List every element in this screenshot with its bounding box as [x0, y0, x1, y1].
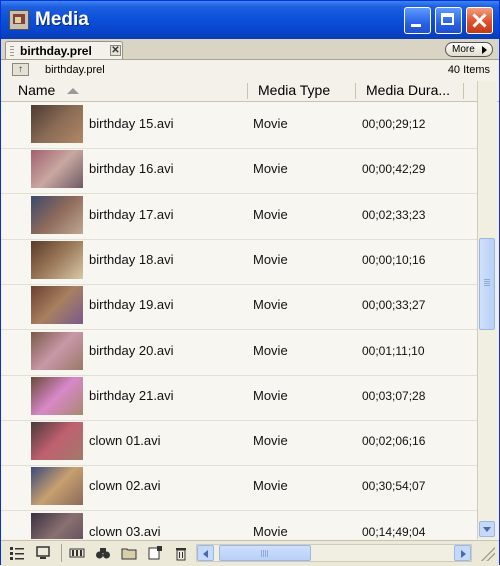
new-item-icon[interactable] [147, 545, 163, 561]
file-name: birthday 20.avi [89, 342, 174, 358]
list-item[interactable]: birthday 15.avi Movie 00;00;29;12 [1, 103, 477, 149]
parent-bin-icon[interactable]: ↑ [12, 63, 29, 76]
media-type: Movie [253, 387, 288, 403]
video-thumbnail[interactable] [31, 240, 83, 279]
drag-grip-icon[interactable] [10, 46, 14, 56]
media-duration: 00;30;54;07 [362, 479, 426, 494]
column-divider[interactable] [247, 83, 248, 99]
file-name: birthday 15.avi [89, 116, 174, 131]
minimize-button[interactable] [404, 7, 431, 34]
file-name: birthday 19.avi [89, 297, 174, 313]
file-name: birthday 21.avi [89, 387, 174, 403]
tab-birthday-prel[interactable]: birthday.prel ✕ [5, 41, 123, 59]
list-item[interactable]: birthday 17.avi Movie 00;02;33;23 [1, 194, 477, 240]
media-list: birthday 15.avi Movie 00;00;29;12 birthday … [1, 102, 477, 539]
list-item[interactable]: birthday 18.avi Movie 00;00;10;16 [1, 239, 477, 285]
media-duration: 00;00;42;29 [362, 162, 426, 177]
automate-to-sequence-icon[interactable] [69, 545, 85, 561]
list-item[interactable]: birthday 16.avi Movie 00;00;42;29 [1, 148, 477, 195]
file-name: clown 02.avi [89, 478, 161, 494]
tab-close-icon[interactable]: ✕ [110, 45, 121, 56]
window-title: Media [35, 9, 89, 30]
file-name: clown 01.avi [89, 433, 161, 449]
column-name[interactable]: Name [18, 82, 55, 98]
video-thumbnail[interactable] [31, 195, 83, 234]
panel-tab-bar: birthday.prel ✕ More [1, 39, 499, 60]
list-item[interactable]: clown 01.avi Movie 00;02;06;16 [1, 420, 477, 467]
media-type: Movie [253, 523, 288, 539]
list-item[interactable]: clown 02.avi Movie 00;30;54;07 [1, 465, 477, 512]
close-button[interactable] [466, 7, 493, 34]
video-thumbnail[interactable] [31, 286, 83, 325]
toolbar-divider [61, 544, 62, 562]
more-button-label: More [452, 44, 475, 55]
list-view-icon[interactable] [9, 545, 25, 561]
bin-path: birthday.prel [45, 64, 105, 76]
sort-ascending-icon [67, 88, 79, 94]
column-media-type[interactable]: Media Type [258, 82, 330, 98]
media-duration: 00;00;33;27 [362, 298, 426, 313]
horizontal-scrollbar[interactable] [196, 544, 472, 562]
item-count: 40 Items [447, 64, 490, 76]
resize-grip-icon[interactable] [479, 545, 495, 561]
file-name: birthday 18.avi [89, 251, 174, 267]
column-media-duration[interactable]: Media Dura... [366, 82, 450, 98]
column-header: Name Media Type Media Dura... [1, 81, 499, 102]
list-item[interactable]: birthday 21.avi Movie 00;03;07;28 [1, 375, 477, 421]
tab-label: birthday.prel [20, 44, 92, 58]
scroll-down-arrow-icon[interactable] [479, 521, 495, 537]
media-type: Movie [253, 251, 288, 267]
file-name: birthday 17.avi [89, 206, 174, 222]
media-duration: 00;03;07;28 [362, 388, 426, 403]
new-bin-icon[interactable] [121, 545, 137, 561]
list-item[interactable]: clown 03.avi Movie 00;14;49;04 [1, 511, 477, 539]
more-button[interactable]: More [445, 42, 493, 57]
column-divider[interactable] [355, 83, 356, 99]
file-name: birthday 16.avi [89, 161, 174, 177]
horizontal-scroll-thumb[interactable] [219, 545, 311, 561]
icon-view-icon[interactable] [35, 545, 51, 561]
app-icon [9, 10, 29, 30]
vertical-scroll-thumb[interactable] [479, 238, 495, 330]
scroll-right-arrow-icon[interactable] [454, 545, 471, 561]
media-window: Media birthday.prel ✕ More ↑ birthday.pr… [0, 0, 500, 566]
media-type: Movie [253, 116, 288, 131]
media-type: Movie [253, 478, 288, 494]
video-thumbnail[interactable] [31, 467, 83, 506]
video-thumbnail[interactable] [31, 150, 83, 189]
vertical-scrollbar[interactable] [477, 81, 497, 539]
media-duration: 00;02;33;23 [362, 207, 426, 222]
arrow-right-icon [482, 46, 487, 54]
list-item[interactable]: birthday 19.avi Movie 00;00;33;27 [1, 284, 477, 331]
media-duration: 00;14;49;04 [362, 524, 426, 539]
media-type: Movie [253, 297, 288, 313]
title-bar[interactable]: Media [1, 1, 499, 39]
video-thumbnail[interactable] [31, 422, 83, 461]
video-thumbnail[interactable] [31, 512, 83, 539]
media-duration: 00;00;29;12 [362, 117, 426, 131]
media-type: Movie [253, 206, 288, 222]
media-type: Movie [253, 161, 288, 177]
media-duration: 00;00;10;16 [362, 252, 426, 267]
video-thumbnail[interactable] [31, 105, 83, 143]
maximize-button[interactable] [435, 7, 462, 34]
video-thumbnail[interactable] [31, 376, 83, 415]
media-duration: 00;01;11;10 [362, 343, 425, 358]
trash-icon[interactable] [173, 545, 189, 561]
media-type: Movie [253, 433, 288, 449]
media-duration: 00;02;06;16 [362, 434, 426, 449]
path-bar: ↑ birthday.prel 40 Items [1, 60, 499, 80]
media-type: Movie [253, 342, 288, 358]
video-thumbnail[interactable] [31, 331, 83, 370]
scroll-left-arrow-icon[interactable] [197, 545, 214, 561]
file-name: clown 03.avi [89, 523, 161, 539]
column-divider[interactable] [463, 83, 464, 99]
bottom-toolbar [1, 540, 499, 566]
list-item[interactable]: birthday 20.avi Movie 00;01;11;10 [1, 330, 477, 376]
find-icon[interactable] [95, 545, 111, 561]
